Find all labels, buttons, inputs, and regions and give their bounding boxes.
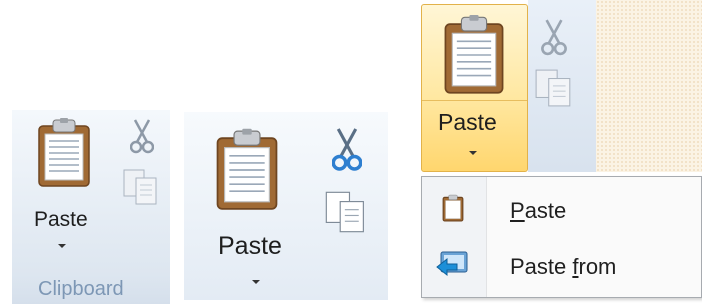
scissors-icon[interactable] xyxy=(332,126,362,172)
scissors-icon[interactable] xyxy=(130,118,154,154)
paste-label: Paste xyxy=(34,208,88,231)
menu-item-paste[interactable]: Paste xyxy=(422,183,701,235)
group-label-clipboard: Clipboard xyxy=(38,278,124,300)
split-divider xyxy=(422,100,527,101)
menu-item-paste-from[interactable]: Paste from xyxy=(422,239,701,291)
menu-item-label: Paste xyxy=(510,198,566,224)
clipboard-icon xyxy=(38,118,90,187)
paste-from-icon xyxy=(436,251,468,277)
clipboard-icon xyxy=(444,15,504,94)
canvas-background xyxy=(596,0,702,172)
dropdown-arrow-icon[interactable] xyxy=(469,151,477,155)
ribbon-clipboard-group-small: Paste Clipboard xyxy=(12,110,170,304)
scissors-icon[interactable] xyxy=(541,18,567,56)
dropdown-arrow-icon[interactable] xyxy=(58,244,66,248)
hotkey-letter: P xyxy=(510,198,525,223)
paste-button[interactable]: Paste xyxy=(210,122,300,292)
paste-label: Paste xyxy=(438,109,497,135)
clipboard-icon xyxy=(216,128,278,210)
label-rest: aste xyxy=(524,198,567,223)
paste-label: Paste xyxy=(218,232,282,260)
dropdown-arrow-icon[interactable] xyxy=(252,280,260,284)
paste-button[interactable]: Paste xyxy=(30,116,100,256)
copy-icon[interactable] xyxy=(534,68,574,108)
label-pre: Paste xyxy=(510,254,573,279)
clipboard-icon xyxy=(442,194,464,222)
menu-item-label: Paste from xyxy=(510,254,616,280)
ribbon-clipboard-group-medium: Paste xyxy=(184,112,388,300)
label-rest: rom xyxy=(578,254,617,279)
paste-button-hover[interactable]: Paste xyxy=(421,4,528,172)
copy-icon[interactable] xyxy=(122,168,160,206)
paste-dropdown-menu: Paste Paste from xyxy=(421,176,702,298)
copy-icon[interactable] xyxy=(324,190,368,234)
